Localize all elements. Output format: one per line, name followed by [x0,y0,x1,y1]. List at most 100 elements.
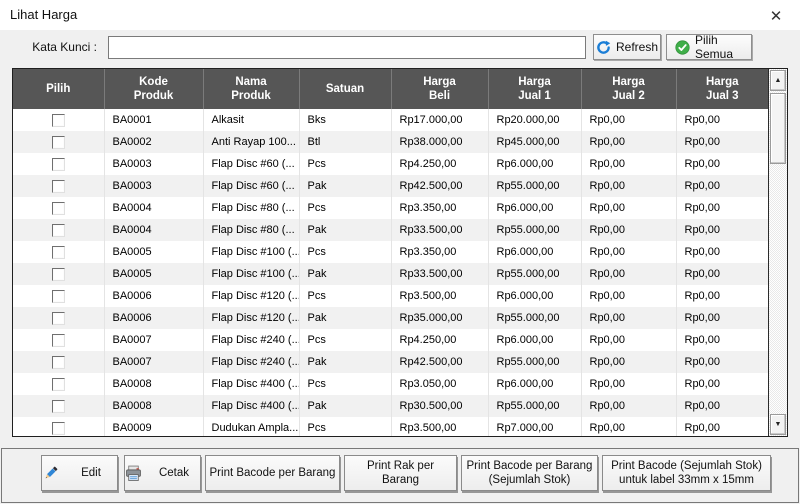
table-row[interactable]: BA0008 Flap Disc #400 (... Pcs Rp3.050,00 Rp… [13,373,768,395]
price-grid-container: Pilih Kode Produk Nama Produk Satuan Harga B… [12,68,788,437]
cell: Rp0,00 [675,109,768,131]
row-checkbox[interactable] [51,135,65,149]
row-checkbox[interactable] [51,267,65,281]
cell: Rp0,00 [580,197,676,219]
table-row[interactable]: BA0007 Flap Disc #240 (... Pak Rp42.500,00 R… [13,351,768,373]
scroll-up-icon[interactable]: ▲ [770,70,786,91]
cell: Rp0,00 [675,307,768,329]
print-barcode-stock-button[interactable]: Print Bacode per Barang (Sejumlah Stok) [461,455,598,491]
row-checkbox[interactable] [51,399,65,413]
table-row[interactable]: BA0004 Flap Disc #80 (... Pcs Rp3.350,00 Rp6… [13,197,768,219]
cell: BA0001 [103,109,203,131]
print-barcode-per-item-button[interactable]: Print Bacode per Barang [205,455,340,491]
cell: Rp0,00 [675,153,768,175]
scroll-down-icon[interactable]: ▼ [770,414,786,435]
row-checkbox[interactable] [51,311,65,325]
cell: Rp0,00 [675,197,768,219]
select-all-label: Pilih Semua [695,33,734,61]
row-checkbox[interactable] [51,245,65,259]
row-select-cell [13,307,104,329]
cell: Rp0,00 [675,417,768,436]
table-row[interactable]: BA0007 Flap Disc #240 (... Pcs Rp4.250,00 Rp… [13,329,768,351]
row-select-cell [13,131,104,153]
table-row[interactable]: BA0003 Flap Disc #60 (... Pcs Rp4.250,00 Rp6… [13,153,768,175]
column-header[interactable]: Harga Jual 2 [580,69,676,109]
print-button[interactable]: Cetak [124,455,201,491]
row-select-cell [13,351,104,373]
column-header[interactable]: Nama Produk [202,69,299,109]
cell: Rp0,00 [580,417,676,436]
cell: Flap Disc #60 (... [202,175,299,197]
table-row[interactable]: BA0005 Flap Disc #100 (... Pak Rp33.500,00 R… [13,263,768,285]
print-barcode-label33-button[interactable]: Print Bacode (Sejumlah Stok) untuk label… [602,455,771,491]
table-row[interactable]: BA0009 Dudukan Ampla... Pcs Rp3.500,00 Rp7.0… [13,417,768,436]
column-header[interactable]: Harga Jual 3 [675,69,768,109]
cell: Flap Disc #240 (... [202,329,299,351]
edit-button[interactable]: Edit [41,455,118,491]
table-row[interactable]: BA0002 Anti Rayap 100... Btl Rp38.000,00 Rp4… [13,131,768,153]
cell: Rp0,00 [580,373,676,395]
row-checkbox[interactable] [51,289,65,303]
row-checkbox[interactable] [51,157,65,171]
column-header[interactable]: Kode Produk [103,69,203,109]
vertical-scrollbar[interactable]: ▲ ▼ [768,69,787,436]
title-bar: Lihat Harga ✕ [0,0,800,30]
row-select-cell [13,329,104,351]
row-checkbox[interactable] [51,421,65,435]
cell: BA0009 [103,417,203,436]
table-row[interactable]: BA0005 Flap Disc #100 (... Pcs Rp3.350,00 Rp… [13,241,768,263]
row-checkbox[interactable] [51,113,65,127]
cell: Rp33.500,00 [390,219,488,241]
row-checkbox[interactable] [51,223,65,237]
cell: Rp42.500,00 [390,351,488,373]
cell: Rp0,00 [675,285,768,307]
cell: Rp0,00 [580,307,676,329]
cell: Bks [298,109,391,131]
cell: Rp0,00 [580,175,676,197]
cell: Pak [298,351,391,373]
table-row[interactable]: BA0006 Flap Disc #120 (... Pak Rp35.000,00 R… [13,307,768,329]
row-checkbox[interactable] [51,333,65,347]
row-checkbox[interactable] [51,355,65,369]
cell: BA0003 [103,153,203,175]
cell: Rp20.000,00 [487,109,581,131]
refresh-button[interactable]: Refresh [593,34,661,60]
cell: Rp0,00 [675,373,768,395]
cell: Rp30.500,00 [390,395,488,417]
table-row[interactable]: BA0001 Alkasit Bks Rp17.000,00 Rp20.000,00 Rp… [13,109,768,131]
keyword-label: Kata Kunci : [32,40,97,54]
row-checkbox[interactable] [51,201,65,215]
column-header[interactable]: Satuan [298,69,391,109]
lihat-harga-dialog: Lihat Harga ✕ Kata Kunci : Refresh Pilih… [0,0,800,504]
table-row[interactable]: BA0004 Flap Disc #80 (... Pak Rp33.500,00 Rp… [13,219,768,241]
cell: Flap Disc #100 (... [202,241,299,263]
cell: Rp3.500,00 [390,417,488,436]
search-toolbar: Kata Kunci : Refresh Pilih Semua [0,30,800,68]
search-input[interactable] [108,36,586,59]
cell: Rp6.000,00 [487,241,581,263]
close-icon[interactable]: ✕ [764,4,788,28]
table-row[interactable]: BA0008 Flap Disc #400 (... Pak Rp30.500,00 R… [13,395,768,417]
row-select-cell [13,395,104,417]
cell: Pcs [298,153,391,175]
column-header[interactable]: Harga Beli [390,69,488,109]
cell: Btl [298,131,391,153]
column-header[interactable]: Harga Jual 1 [487,69,581,109]
print-rak-per-item-button[interactable]: Print Rak per Barang [344,455,457,491]
table-row[interactable]: BA0003 Flap Disc #60 (... Pak Rp42.500,00 Rp… [13,175,768,197]
row-select-cell [13,263,104,285]
cell: Flap Disc #240 (... [202,351,299,373]
row-select-cell [13,153,104,175]
cell: Pcs [298,285,391,307]
row-checkbox[interactable] [51,179,65,193]
row-checkbox[interactable] [51,377,65,391]
row-select-cell [13,109,104,131]
select-all-button[interactable]: Pilih Semua [666,33,752,61]
table-row[interactable]: BA0006 Flap Disc #120 (... Pcs Rp3.500,00 Rp… [13,285,768,307]
scrollbar-thumb[interactable] [770,93,786,164]
cell: Rp0,00 [580,329,676,351]
cell: Rp0,00 [580,351,676,373]
row-select-cell [13,285,104,307]
cetak-label: Cetak [158,467,190,479]
column-header[interactable]: Pilih [13,69,104,109]
